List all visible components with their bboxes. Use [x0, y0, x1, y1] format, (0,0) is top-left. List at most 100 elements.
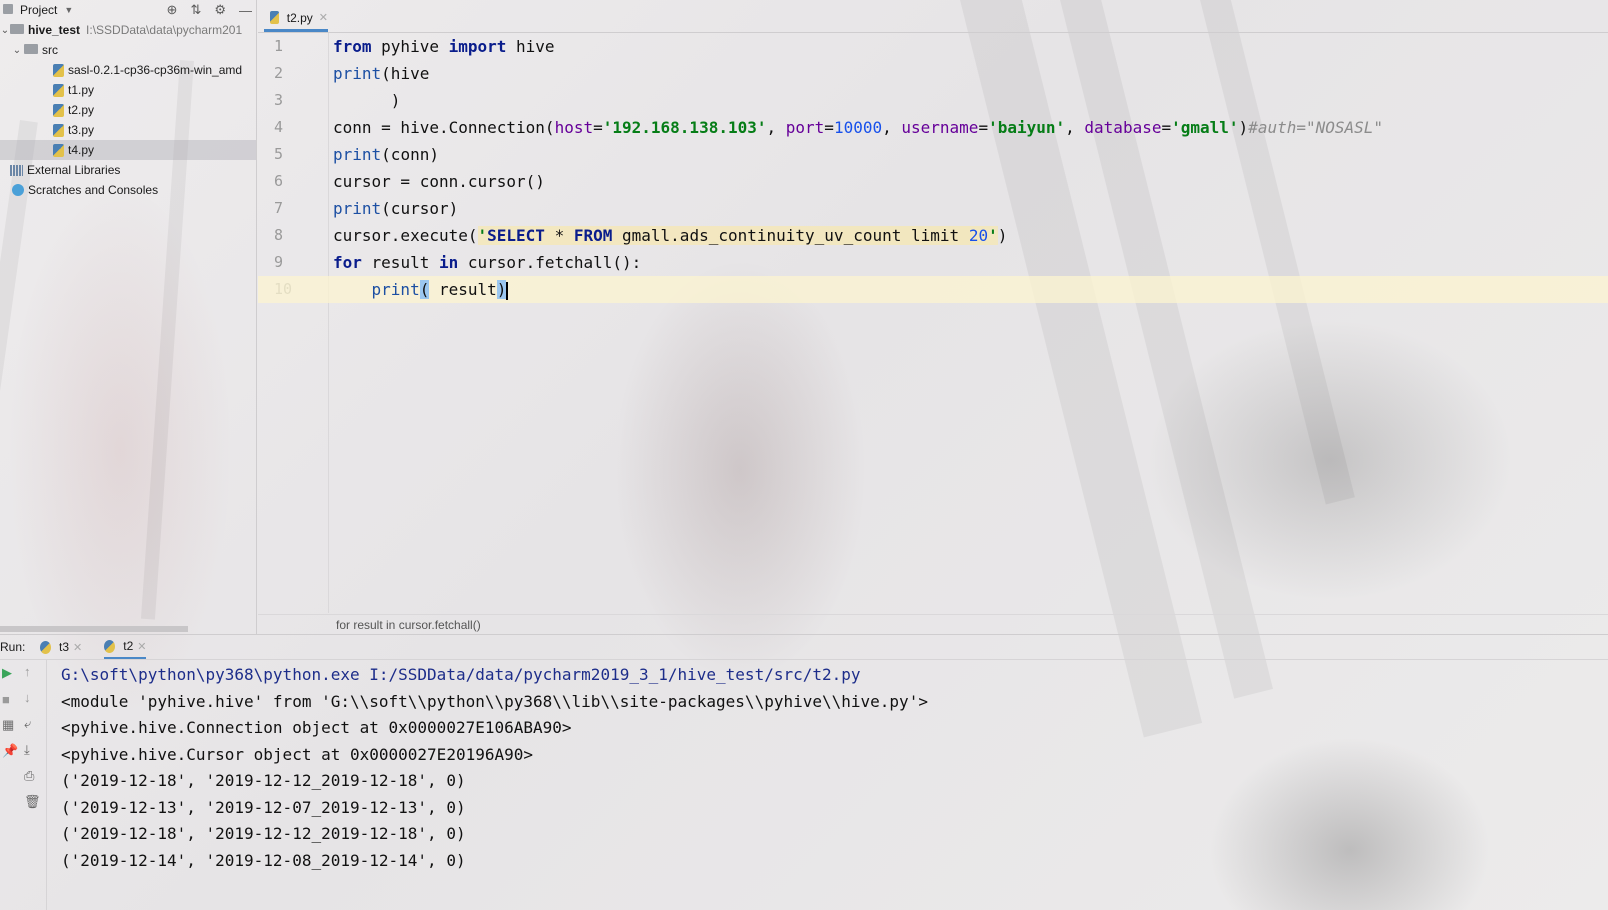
locate-icon[interactable]: ⊕ — [167, 2, 178, 18]
editor-tab-bar: t2.py ✕ — [258, 0, 1608, 33]
line-number-gutter: 1 2 3 4 5 6 7 8 9 10 — [258, 33, 329, 613]
project-panel: Project ▼ ⊕ ⇅ ⚙ — ⌄ hive_test I:\SSDData… — [0, 0, 257, 634]
code-line-1: from pyhive import hive — [333, 37, 555, 56]
code-line-8: cursor.execute('SELECT * FROM gmall.ads_… — [333, 226, 1008, 245]
code-line-2: print(hive — [333, 64, 430, 83]
project-icon — [3, 4, 13, 14]
python-icon — [40, 640, 51, 654]
line-number: 2 — [274, 64, 284, 82]
minimize-icon[interactable]: — — [239, 3, 252, 18]
project-tree: ⌄ hive_test I:\SSDData\data\pycharm201 ⌄… — [0, 20, 256, 200]
python-file-icon — [53, 63, 64, 77]
folder-icon — [24, 44, 38, 54]
scratches-icon — [12, 184, 24, 196]
code-line-5: print(conn) — [333, 145, 439, 164]
chevron-down-icon: ⌄ — [0, 24, 10, 36]
python-icon — [104, 639, 116, 653]
folder-icon — [10, 24, 24, 34]
line-number: 5 — [274, 145, 284, 163]
tree-item-hive-test[interactable]: ⌄ hive_test I:\SSDData\data\pycharm201 — [0, 20, 256, 40]
tree-item-t4[interactable]: t4.py — [0, 140, 256, 160]
run-toolbar: ▶ ■ ▦ 📌 ↑ ↓ ⤶ ⤓ ⎙ 🗑 — [0, 660, 47, 910]
scroll-to-end-icon[interactable]: ⤓ — [24, 742, 30, 758]
project-view-selector[interactable]: Project ▼ — [3, 3, 73, 17]
arrow-up-icon[interactable]: ↑ — [24, 664, 31, 679]
project-title: Project — [20, 3, 58, 17]
layout-icon[interactable]: ▦ — [0, 712, 46, 738]
tree-item-label: src — [42, 43, 58, 57]
code-line-6: cursor = conn.cursor() — [333, 172, 545, 191]
console-line: ('2019-12-18', '2019-12-12_2019-12-18', … — [61, 824, 466, 843]
trash-icon[interactable]: 🗑 — [24, 794, 41, 810]
tree-item-external-libraries[interactable]: External Libraries — [0, 160, 256, 180]
project-path: I:\SSDData\data\pycharm201 — [86, 23, 243, 37]
run-label: Run: — [0, 640, 26, 654]
python-file-icon — [53, 83, 64, 97]
tree-item-src[interactable]: ⌄ src — [0, 40, 256, 60]
line-number: 1 — [274, 37, 284, 55]
tree-item-label: t4.py — [68, 143, 95, 157]
line-number: 9 — [274, 253, 284, 271]
tree-item-scratches[interactable]: Scratches and Consoles — [0, 180, 256, 200]
tree-item-label: hive_test — [28, 23, 81, 37]
tree-item-label: t3.py — [68, 123, 95, 137]
pin-icon[interactable]: 📌 — [0, 738, 46, 764]
run-panel-header: Run: t3 ✕ t2 ✕ — [0, 635, 1608, 660]
chevron-down-icon: ▼ — [64, 5, 74, 15]
soft-wrap-icon[interactable]: ⤶ — [24, 716, 31, 732]
tree-item-label: t2.py — [68, 103, 95, 117]
run-tab-t3[interactable]: t3 ✕ — [40, 635, 82, 659]
project-horizontal-scrollbar[interactable] — [0, 626, 188, 632]
tree-item-label: t1.py — [68, 83, 95, 97]
project-panel-header: Project ▼ ⊕ ⇅ ⚙ — — [0, 0, 256, 20]
run-tab-label: t3 — [59, 640, 70, 654]
code-line-4: conn = hive.Connection(host='192.168.138… — [333, 118, 1384, 137]
python-file-icon — [270, 11, 279, 24]
breadcrumb[interactable]: for result in cursor.fetchall() — [258, 614, 1608, 635]
console-line: <pyhive.hive.Connection object at 0x0000… — [61, 718, 572, 737]
run-tab-label: t2 — [123, 639, 134, 653]
python-file-icon — [53, 103, 64, 117]
tree-item-label: sasl-0.2.1-cp36-cp36m-win_amd — [68, 63, 243, 77]
console-line: ('2019-12-13', '2019-12-07_2019-12-13', … — [61, 797, 466, 817]
tree-item-sasl[interactable]: sasl-0.2.1-cp36-cp36m-win_amd — [0, 60, 256, 80]
console-line: ('2019-12-18', '2019-12-12_2019-12-18', … — [61, 771, 466, 790]
tree-item-label: External Libraries — [27, 163, 121, 177]
run-panel: Run: t3 ✕ t2 ✕ ▶ ■ ▦ 📌 ↑ ↓ ⤶ ⤓ ⎙ 🗑 G:\so… — [0, 634, 1608, 910]
stop-icon[interactable]: ■ — [0, 686, 46, 712]
code-line-9: for result in cursor.fetchall(): — [333, 253, 642, 272]
line-number: 6 — [274, 172, 284, 190]
line-number: 7 — [274, 199, 284, 217]
tree-item-t3[interactable]: t3.py — [0, 120, 256, 140]
text-caret — [506, 281, 509, 300]
line-number: 4 — [274, 118, 284, 136]
print-icon[interactable]: ⎙ — [24, 768, 34, 784]
console-output[interactable]: G:\soft\python\py368\python.exe I:/SSDDa… — [61, 662, 928, 874]
code-line-3: ) — [333, 91, 401, 110]
tree-item-t2[interactable]: t2.py — [0, 100, 256, 120]
gear-icon[interactable]: ⚙ — [214, 2, 226, 18]
chevron-down-icon: ⌄ — [12, 44, 22, 56]
line-number: 3 — [274, 91, 284, 109]
code-line-10: print( result) — [258, 276, 1608, 303]
tree-item-t1[interactable]: t1.py — [0, 80, 256, 100]
python-file-icon — [53, 123, 64, 137]
close-icon[interactable]: ✕ — [137, 640, 146, 653]
python-file-icon — [53, 143, 64, 157]
tree-item-label: Scratches and Consoles — [28, 183, 159, 197]
run-tab-t2[interactable]: t2 ✕ — [104, 635, 147, 659]
tab-label: t2.py — [286, 10, 313, 25]
console-line: <module 'pyhive.hive' from 'G:\\soft\\py… — [61, 691, 928, 711]
tab-t2-py[interactable]: t2.py ✕ — [264, 6, 328, 32]
console-line: <pyhive.hive.Cursor object at 0x0000027E… — [61, 744, 534, 764]
close-icon[interactable]: ✕ — [73, 641, 82, 654]
rerun-icon[interactable]: ▶ — [0, 660, 46, 686]
line-number: 8 — [274, 226, 284, 244]
code-editor[interactable]: from pyhive import hive print(hive ) con… — [258, 33, 1608, 303]
close-icon[interactable]: ✕ — [319, 11, 328, 24]
console-line: G:\soft\python\py368\python.exe I:/SSDDa… — [61, 665, 861, 684]
code-line-7: print(cursor) — [333, 199, 459, 218]
arrow-down-icon[interactable]: ↓ — [24, 690, 31, 705]
library-icon — [10, 164, 23, 176]
collapse-all-icon[interactable]: ⇅ — [190, 2, 201, 18]
